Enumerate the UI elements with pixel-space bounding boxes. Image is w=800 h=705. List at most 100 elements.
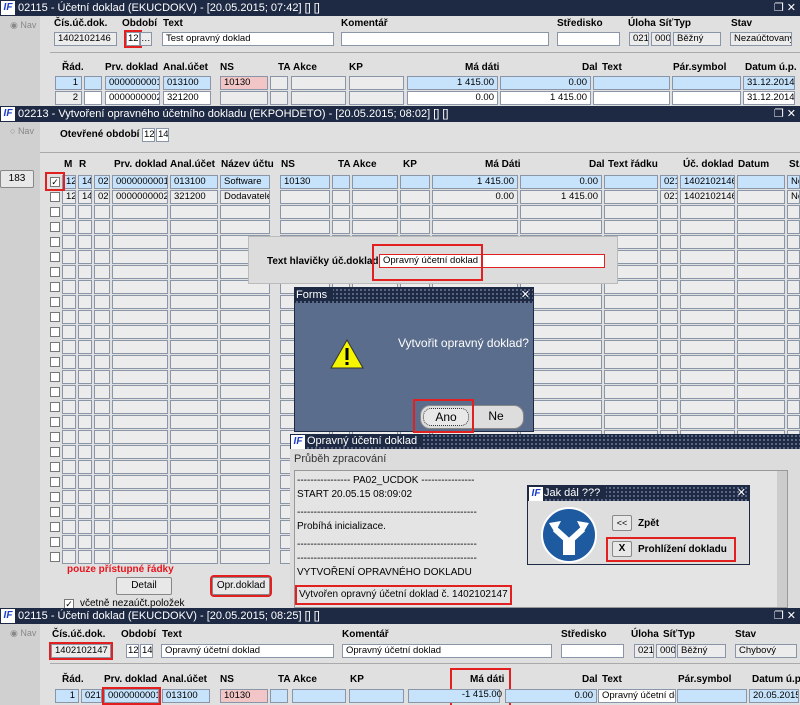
grid-cell[interactable]: [78, 355, 92, 369]
grid-cell[interactable]: Dodavatelé: [220, 190, 270, 204]
grid-cell[interactable]: [660, 325, 678, 339]
grid-cell[interactable]: [170, 385, 218, 399]
cell-date[interactable]: 20.05.2015: [749, 689, 799, 703]
center-field[interactable]: [561, 644, 624, 658]
grid-cell[interactable]: [737, 400, 785, 414]
grid-cell[interactable]: [787, 400, 800, 414]
grid-cell[interactable]: 12: [62, 175, 76, 189]
grid-cell[interactable]: [62, 265, 76, 279]
correction-doc-button[interactable]: Opr.doklad: [210, 575, 272, 597]
grid-cell[interactable]: 0000000001: [112, 175, 168, 189]
grid-cell[interactable]: [660, 385, 678, 399]
grid-cell[interactable]: [62, 325, 76, 339]
grid-cell[interactable]: [737, 250, 785, 264]
row-checkbox[interactable]: [50, 402, 60, 412]
grid-cell[interactable]: [94, 280, 110, 294]
grid-cell[interactable]: [112, 220, 168, 234]
cell-text[interactable]: Opravný účetní dok: [598, 689, 676, 703]
grid-cell[interactable]: [787, 220, 800, 234]
grid-cell[interactable]: [78, 250, 92, 264]
grid-cell[interactable]: [62, 460, 76, 474]
restore-close-icon[interactable]: ❐ ✕: [774, 106, 796, 122]
grid-cell[interactable]: [94, 220, 110, 234]
cell-pair-symbol[interactable]: [672, 76, 741, 90]
grid-cell[interactable]: [62, 505, 76, 519]
row-checkbox[interactable]: [50, 237, 60, 247]
cell-cost-center[interactable]: 10130: [220, 689, 268, 703]
grid-cell[interactable]: [112, 370, 168, 384]
doc-number-field[interactable]: 1402102146: [54, 32, 117, 46]
grid-cell[interactable]: [112, 205, 168, 219]
cell-text[interactable]: [593, 91, 670, 105]
grid-cell[interactable]: [220, 430, 270, 444]
cell-date[interactable]: 31.12.2014: [743, 76, 795, 90]
grid-cell[interactable]: [112, 325, 168, 339]
grid-cell[interactable]: [280, 205, 330, 219]
grid-cell[interactable]: [660, 295, 678, 309]
grid-cell[interactable]: [94, 430, 110, 444]
grid-cell[interactable]: [220, 325, 270, 339]
grid-cell[interactable]: [520, 205, 602, 219]
row-checkbox[interactable]: [50, 252, 60, 262]
grid-cell[interactable]: [680, 415, 735, 429]
restore-close-icon[interactable]: ❐ ✕: [774, 0, 796, 16]
cell-action[interactable]: [291, 91, 346, 105]
grid-cell[interactable]: [78, 430, 92, 444]
grid-cell[interactable]: Software: [220, 175, 270, 189]
grid-cell[interactable]: [660, 205, 678, 219]
grid-cell[interactable]: [78, 520, 92, 534]
row-checkbox[interactable]: [50, 492, 60, 502]
row-checkbox[interactable]: [50, 372, 60, 382]
grid-cell[interactable]: [604, 310, 658, 324]
grid-cell[interactable]: [112, 505, 168, 519]
cell-primary-doc[interactable]: 0000000001: [102, 687, 161, 705]
grid-cell[interactable]: [660, 340, 678, 354]
row-checkbox[interactable]: [50, 297, 60, 307]
grid-cell[interactable]: [112, 445, 168, 459]
grid-cell[interactable]: [660, 235, 678, 249]
grid-cell[interactable]: [170, 340, 218, 354]
grid-cell[interactable]: [220, 520, 270, 534]
grid-cell[interactable]: [737, 385, 785, 399]
grid-cell[interactable]: [737, 280, 785, 294]
detail-button[interactable]: Detail: [116, 577, 172, 595]
cell-ta[interactable]: [270, 689, 288, 703]
grid-cell[interactable]: [787, 370, 800, 384]
cell-cost-center[interactable]: 10130: [220, 76, 268, 90]
grid-cell[interactable]: [94, 460, 110, 474]
grid-cell[interactable]: [170, 325, 218, 339]
cell-account[interactable]: 321200: [163, 91, 211, 105]
grid-cell[interactable]: [112, 490, 168, 504]
grid-cell[interactable]: [737, 355, 785, 369]
grid-cell[interactable]: [78, 205, 92, 219]
grid-cell[interactable]: [604, 190, 658, 204]
row-checkbox[interactable]: [50, 192, 60, 202]
grid-cell[interactable]: 14: [78, 190, 92, 204]
grid-cell[interactable]: [604, 205, 658, 219]
grid-cell[interactable]: [78, 325, 92, 339]
grid-cell[interactable]: [94, 205, 110, 219]
grid-cell[interactable]: [660, 415, 678, 429]
grid-cell[interactable]: [220, 445, 270, 459]
grid-cell[interactable]: [94, 235, 110, 249]
grid-cell[interactable]: [737, 265, 785, 279]
grid-cell[interactable]: [62, 415, 76, 429]
grid-cell[interactable]: [787, 280, 800, 294]
row-checkbox[interactable]: [50, 507, 60, 517]
grid-cell[interactable]: [787, 355, 800, 369]
grid-cell[interactable]: 12: [62, 190, 76, 204]
grid-cell[interactable]: [170, 295, 218, 309]
cell-text[interactable]: [593, 76, 670, 90]
grid-cell[interactable]: [660, 250, 678, 264]
cell-blank[interactable]: [84, 91, 102, 105]
row-checkbox[interactable]: [50, 312, 60, 322]
grid-cell[interactable]: [112, 355, 168, 369]
grid-cell[interactable]: [220, 310, 270, 324]
grid-cell[interactable]: [604, 415, 658, 429]
grid-cell[interactable]: [62, 220, 76, 234]
grid-cell[interactable]: [680, 325, 735, 339]
grid-cell[interactable]: [400, 190, 430, 204]
text-field[interactable]: Opravný účetní doklad: [161, 644, 334, 658]
grid-cell[interactable]: [787, 415, 800, 429]
back-button[interactable]: Zpět: [638, 518, 659, 529]
